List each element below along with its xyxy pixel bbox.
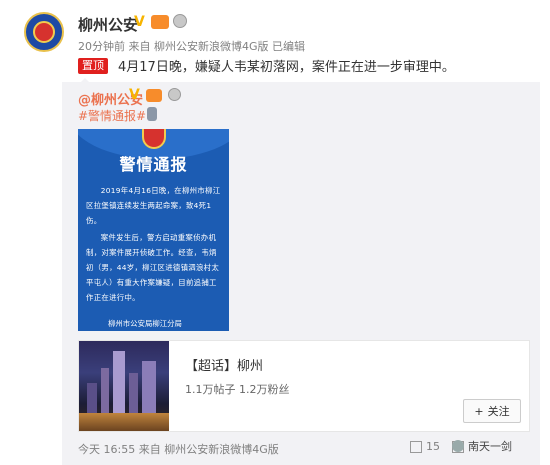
vip-icon xyxy=(151,15,169,29)
notice-title: 警情通报 xyxy=(119,155,188,174)
card-stats: 1.1万帖子 1.2万粉丝 xyxy=(185,383,290,396)
city-night-image xyxy=(79,341,169,431)
microphone-icon xyxy=(147,107,157,121)
wechat-icon xyxy=(452,440,464,452)
watermark-text: 南天一剑 xyxy=(468,440,512,453)
super-topic-card[interactable]: 【超话】柳州 1.1万帖子 1.2万粉丝 + 关注 xyxy=(78,340,530,432)
card-title[interactable]: 【超话】柳州 xyxy=(185,355,263,374)
vip-icon xyxy=(146,89,162,102)
share-count: 15 xyxy=(426,440,440,453)
medal-icon xyxy=(168,88,181,101)
post-meta: 20分钟前 来自 柳州公安新浪微博4G版 已编辑 xyxy=(78,40,306,53)
follow-label: 关注 xyxy=(487,405,510,418)
medal-icon xyxy=(173,14,187,28)
verified-icon: V xyxy=(134,14,145,30)
plus-icon: + xyxy=(474,404,484,418)
notice-paragraph: 2019年4月16日晚，在柳州市柳江区拉堡镇连续发生两起命案，致4死1伤。 xyxy=(86,186,221,225)
share-action[interactable]: 15 xyxy=(410,440,440,453)
notice-footer: 柳州市公安局柳江分局 xyxy=(108,319,182,328)
pinned-badge: 置顶 xyxy=(78,57,108,74)
watermark: 南天一剑 xyxy=(452,438,512,454)
notice-body: 2019年4月16日晚，在柳州市柳江区拉堡镇连续发生两起命案，致4死1伤。 案件… xyxy=(86,183,222,307)
weibo-post: 柳州公安 V 20分钟前 来自 柳州公安新浪微博4G版 已编辑 置顶 4月17日… xyxy=(0,0,550,465)
notice-paragraph: 案件发生后，警方启动重案侦办机制，对案件展开侦破工作。经查，韦炳初（男，44岁，… xyxy=(86,233,220,302)
post-content: 置顶 4月17日晚，嫌疑人韦某初落网，案件正在进一步审理中。 xyxy=(78,56,455,75)
police-emblem-icon xyxy=(33,21,55,43)
follow-button[interactable]: + 关注 xyxy=(463,399,521,423)
topic-tag[interactable]: #警情通报# xyxy=(78,107,146,124)
verified-icon: V xyxy=(129,87,140,103)
avatar[interactable] xyxy=(24,12,64,52)
post-text: 4月17日晚，嫌疑人韦某初落网，案件正在进一步审理中。 xyxy=(118,60,455,75)
repost-footer: 今天 16:55 来自 柳州公安新浪微博4G版 xyxy=(78,443,279,456)
repost-pointer xyxy=(78,78,92,85)
share-icon xyxy=(410,440,422,453)
post-username[interactable]: 柳州公安 xyxy=(78,14,138,35)
police-notice-image[interactable]: 警情通报 2019年4月16日晚，在柳州市柳江区拉堡镇连续发生两起命案，致4死1… xyxy=(78,129,229,331)
